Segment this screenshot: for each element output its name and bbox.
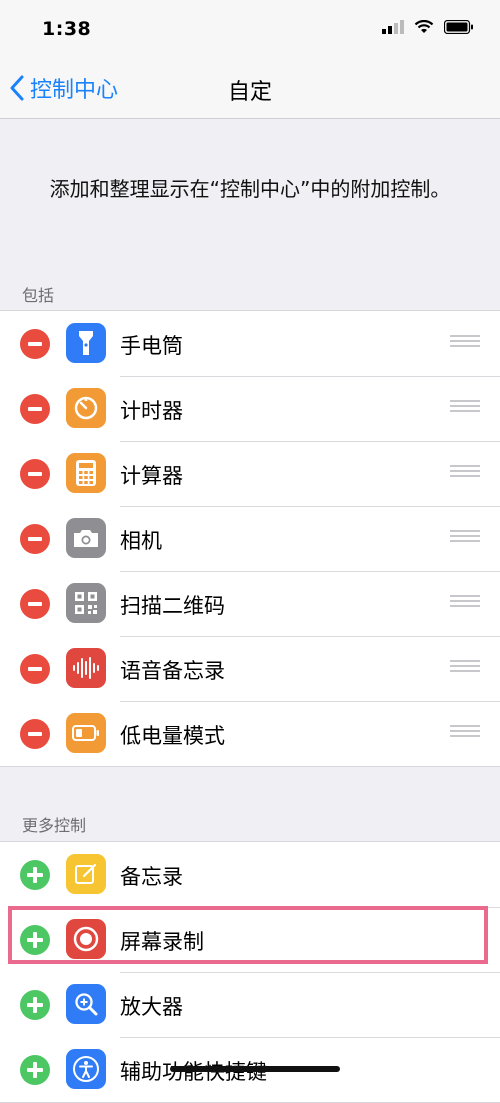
control-label: 备忘录 bbox=[120, 865, 183, 889]
description-text: 添加和整理显示在“控制中心”中的附加控制。 bbox=[49, 177, 451, 201]
remove-button[interactable] bbox=[20, 459, 50, 489]
remove-button[interactable] bbox=[20, 524, 50, 554]
control-row-timer[interactable]: 计时器 bbox=[0, 376, 500, 441]
control-label: 相机 bbox=[120, 529, 162, 553]
control-row-flashlight[interactable]: 手电筒 bbox=[0, 311, 500, 376]
control-row-screen-recording[interactable]: 屏幕录制 bbox=[0, 907, 500, 972]
screen-record-icon bbox=[66, 919, 106, 959]
control-label: 计算器 bbox=[120, 464, 183, 488]
control-label: 计时器 bbox=[120, 399, 183, 423]
remove-button[interactable] bbox=[20, 329, 50, 359]
magnifier-icon bbox=[66, 984, 106, 1024]
reorder-handle[interactable] bbox=[450, 530, 480, 546]
low-power-icon bbox=[66, 713, 106, 753]
section-header-more: 更多控制 bbox=[22, 816, 87, 835]
remove-button[interactable] bbox=[20, 589, 50, 619]
reorder-handle[interactable] bbox=[450, 595, 480, 611]
navigation-bar: 控制中心 自定 bbox=[0, 60, 500, 119]
control-row-low-power[interactable]: 低电量模式 bbox=[0, 701, 500, 766]
home-indicator bbox=[170, 1066, 340, 1072]
control-row-camera[interactable]: 相机 bbox=[0, 506, 500, 571]
reorder-handle[interactable] bbox=[450, 465, 480, 481]
add-button[interactable] bbox=[20, 860, 50, 890]
control-row-voice-memo[interactable]: 语音备忘录 bbox=[0, 636, 500, 701]
page-title: 自定 bbox=[227, 80, 272, 105]
status-bar: 1:38 bbox=[0, 0, 500, 60]
reorder-handle[interactable] bbox=[450, 725, 480, 741]
reorder-handle[interactable] bbox=[450, 660, 480, 676]
more-controls-list: 备忘录 屏幕录制 放大器 辅助功能快捷键 bbox=[0, 841, 500, 1103]
cellular-signal-icon bbox=[382, 20, 404, 34]
remove-button[interactable] bbox=[20, 394, 50, 424]
control-row-calculator[interactable]: 计算器 bbox=[0, 441, 500, 506]
control-row-qr-scanner[interactable]: 扫描二维码 bbox=[0, 571, 500, 636]
control-label: 低电量模式 bbox=[120, 724, 225, 748]
remove-button[interactable] bbox=[20, 719, 50, 749]
control-label: 扫描二维码 bbox=[120, 594, 225, 618]
control-label: 手电筒 bbox=[120, 334, 183, 358]
battery-icon bbox=[444, 20, 473, 34]
qr-code-icon bbox=[66, 583, 106, 623]
status-icons bbox=[382, 20, 474, 34]
wifi-icon bbox=[414, 20, 434, 33]
section-header-included: 包括 bbox=[22, 286, 55, 305]
control-label: 语音备忘录 bbox=[120, 659, 225, 683]
control-row-magnifier[interactable]: 放大器 bbox=[0, 972, 500, 1037]
status-time: 1:38 bbox=[42, 18, 92, 40]
remove-button[interactable] bbox=[20, 654, 50, 684]
accessibility-icon bbox=[66, 1049, 106, 1089]
voice-memo-icon bbox=[66, 648, 106, 688]
camera-icon bbox=[66, 518, 106, 558]
reorder-handle[interactable] bbox=[450, 335, 480, 351]
control-label: 屏幕录制 bbox=[120, 930, 204, 954]
reorder-handle[interactable] bbox=[450, 400, 480, 416]
included-list: 手电筒 计时器 计算器 相机 扫描二维码 语音备忘录 低电量模式 bbox=[0, 310, 500, 767]
notes-icon bbox=[66, 854, 106, 894]
control-label: 放大器 bbox=[120, 995, 183, 1019]
add-button[interactable] bbox=[20, 1055, 50, 1085]
flashlight-icon bbox=[66, 323, 106, 363]
add-button[interactable] bbox=[20, 925, 50, 955]
timer-icon bbox=[66, 388, 106, 428]
add-button[interactable] bbox=[20, 990, 50, 1020]
control-row-notes[interactable]: 备忘录 bbox=[0, 842, 500, 907]
calculator-icon bbox=[66, 453, 106, 493]
